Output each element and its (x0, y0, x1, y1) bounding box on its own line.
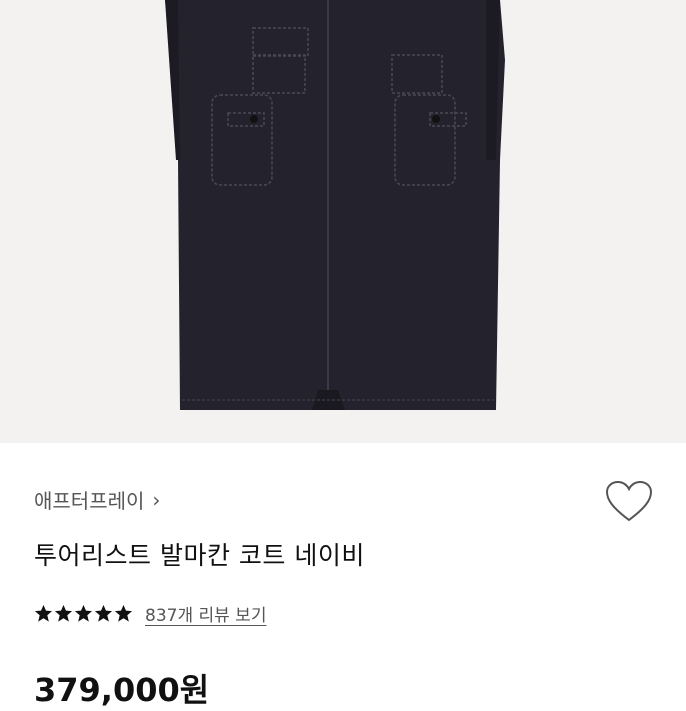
product-title: 투어리스트 발마칸 코트 네이비 (34, 541, 365, 570)
chevron-right-icon: › (152, 487, 161, 512)
heart-outline-icon[interactable] (604, 479, 654, 523)
star-filled-icon (54, 604, 73, 622)
brand-link[interactable]: 애프터프레이 › (34, 485, 160, 514)
star-rating (34, 604, 133, 623)
product-price: 379,000원 (34, 671, 210, 709)
product-image[interactable] (0, 0, 686, 443)
star-filled-icon (34, 604, 53, 622)
star-filled-icon (114, 604, 133, 622)
product-info: 애프터프레이 › 투어리스트 발마칸 코트 네이비 837개 리뷰 보기 379… (0, 443, 686, 709)
brand-name: 애프터프레이 (34, 489, 145, 513)
star-filled-icon (94, 604, 113, 622)
star-filled-icon (74, 604, 93, 622)
rating-row: 837개 리뷰 보기 (34, 601, 266, 626)
coat-photo (165, 0, 505, 410)
review-link[interactable]: 837개 리뷰 보기 (145, 601, 266, 626)
